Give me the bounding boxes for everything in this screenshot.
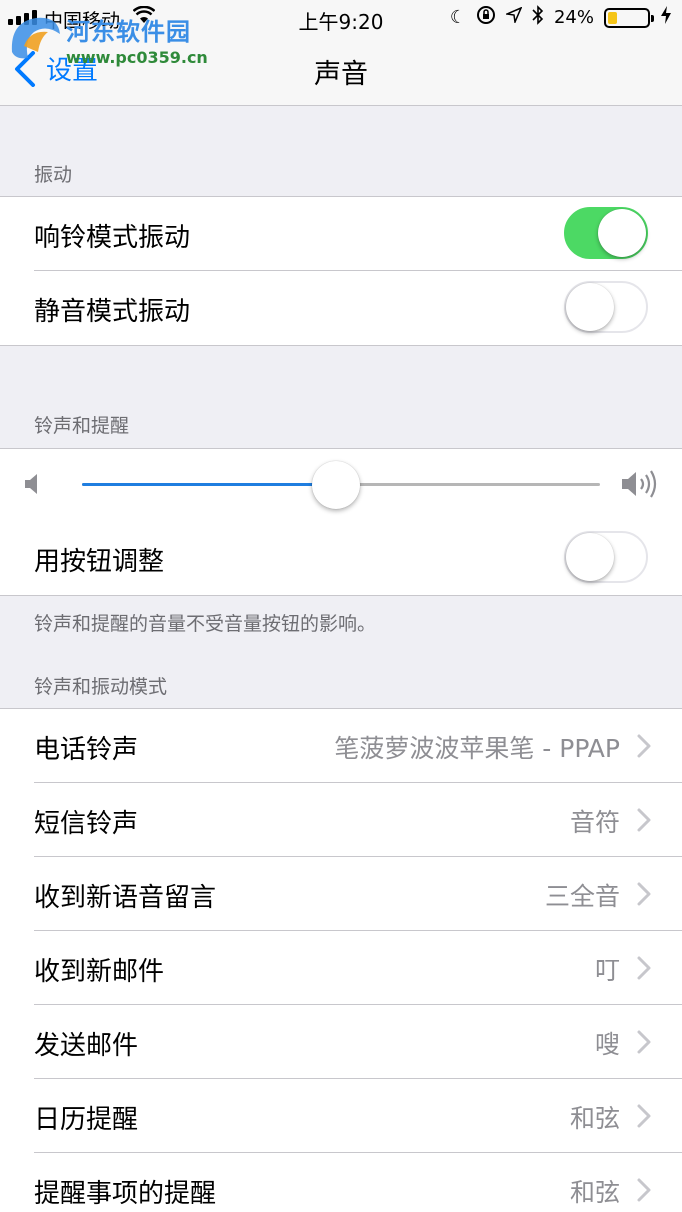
list-item[interactable]: 提醒事项的提醒 和弦	[0, 1153, 682, 1212]
row-value: 和弦	[569, 1178, 620, 1207]
list-item[interactable]: 发送邮件 嗖	[0, 1005, 682, 1079]
row-label: 静音模式振动	[34, 297, 191, 327]
toggle-knob	[598, 209, 646, 257]
list-item[interactable]: 电话铃声 笔菠萝波波苹果笔 - PPAP	[0, 709, 682, 783]
chevron-right-icon	[637, 882, 651, 906]
row-value: 叮	[594, 956, 620, 985]
status-bar: 中国移动 上午9:20 ☾ 24%	[0, 0, 682, 36]
location-icon	[504, 6, 523, 28]
list-item[interactable]: 收到新邮件 叮	[0, 931, 682, 1005]
row-value: 和弦	[569, 1104, 620, 1133]
row-change-with-buttons: 用按钮调整	[0, 521, 682, 595]
row-label: 电话铃声	[34, 735, 139, 765]
row-value: 音符	[569, 808, 620, 837]
speaker-low-icon	[25, 474, 37, 494]
battery-icon	[604, 7, 654, 28]
row-silent-vibrate: 静音模式振动	[0, 271, 682, 345]
volume-slider[interactable]	[82, 461, 600, 509]
row-label: 短信铃声	[34, 809, 139, 839]
chevron-right-icon	[637, 1030, 651, 1054]
status-icons: ☾ 24%	[450, 5, 672, 30]
patterns-group: 电话铃声 笔菠萝波波苹果笔 - PPAP 短信铃声 音符收到新语音留言 三全音收到新邮件…	[0, 708, 682, 1212]
volume-slider-fill	[82, 483, 336, 486]
moon-icon: ☾	[449, 7, 466, 28]
row-label: 响铃模式振动	[34, 223, 191, 253]
row-label: 收到新邮件	[34, 957, 165, 987]
row-label: 日历提醒	[34, 1105, 139, 1135]
row-value: 嗖	[594, 1030, 620, 1059]
speaker-high-icon	[622, 470, 657, 498]
row-label: 发送邮件	[34, 1031, 139, 1061]
charging-icon	[660, 5, 672, 30]
row-ring-vibrate: 响铃模式振动	[0, 197, 682, 271]
toggle-knob	[566, 283, 614, 331]
volume-slider-thumb[interactable]	[311, 461, 360, 509]
ring-vibrate-toggle[interactable]	[564, 207, 648, 259]
section-header-patterns: 铃声和振动模式	[34, 676, 168, 698]
rotation-lock-icon	[476, 5, 496, 30]
list-item[interactable]: 短信铃声 音符	[0, 783, 682, 857]
list-item[interactable]: 日历提醒 和弦	[0, 1079, 682, 1153]
row-label: 收到新语音留言	[34, 883, 217, 913]
chevron-right-icon	[637, 1178, 651, 1202]
ringer-footnote: 铃声和提醒的音量不受音量按钮的影响。	[34, 613, 377, 635]
chevron-right-icon	[637, 1104, 651, 1128]
chevron-right-icon	[637, 734, 651, 758]
volume-slider-row	[0, 449, 682, 521]
section-header-vibration: 振动	[34, 164, 73, 186]
silent-vibrate-toggle[interactable]	[564, 281, 648, 333]
chevron-right-icon	[637, 956, 651, 980]
row-value: 三全音	[544, 882, 620, 911]
section-header-ringer: 铃声和提醒	[34, 415, 130, 437]
change-with-buttons-toggle[interactable]	[564, 531, 648, 583]
battery-percent: 24%	[553, 7, 594, 28]
row-label: 用按钮调整	[34, 547, 165, 577]
chevron-right-icon	[637, 808, 651, 832]
bluetooth-icon	[532, 5, 544, 30]
ringer-group: 用按钮调整	[0, 448, 682, 596]
navigation-bar: 设置 声音	[0, 36, 682, 106]
row-value: 笔菠萝波波苹果笔 - PPAP	[334, 734, 620, 763]
page-title: 声音	[314, 59, 368, 90]
list-item[interactable]: 收到新语音留言 三全音	[0, 857, 682, 931]
toggle-knob	[566, 533, 614, 581]
vibration-group: 响铃模式振动 静音模式振动	[0, 196, 682, 346]
row-label: 提醒事项的提醒	[34, 1179, 217, 1209]
